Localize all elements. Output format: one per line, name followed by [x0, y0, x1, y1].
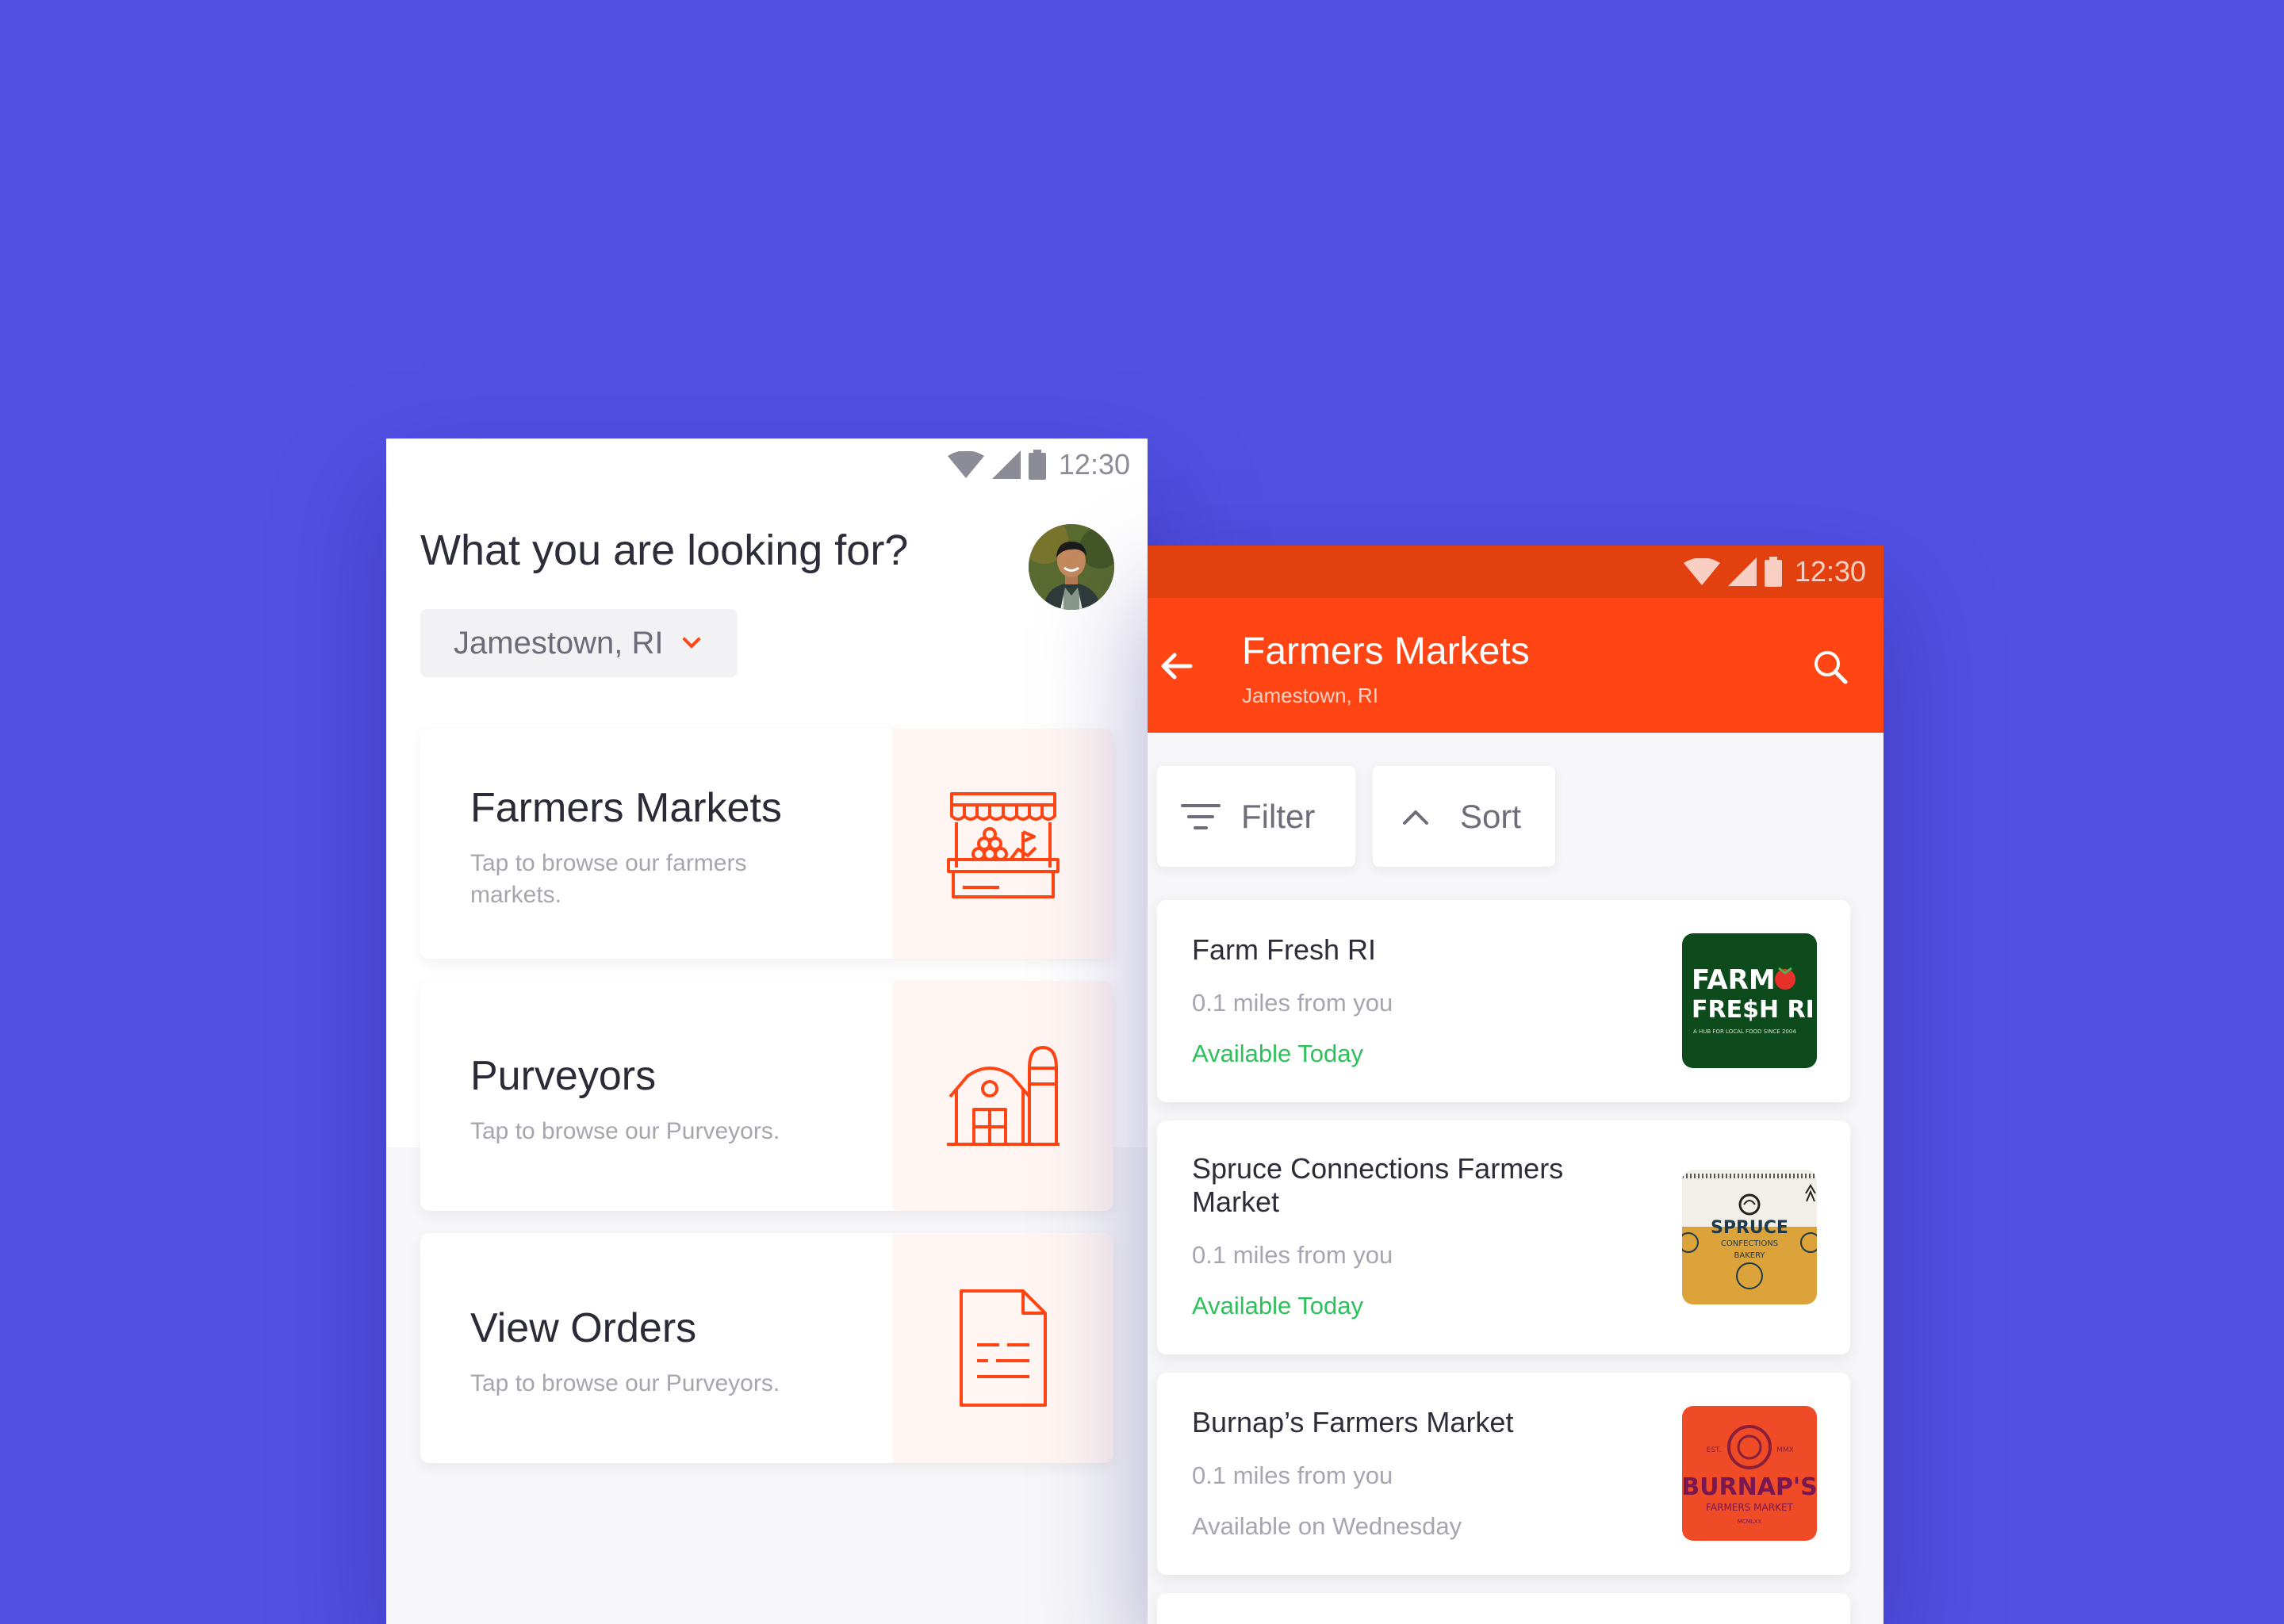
- signal-icon: [991, 450, 1021, 479]
- svg-text:MMX: MMX: [1776, 1446, 1794, 1454]
- avatar[interactable]: [1029, 524, 1114, 610]
- wifi-icon: [947, 451, 984, 478]
- sort-button[interactable]: Sort: [1373, 766, 1555, 867]
- card-title: View Orders: [470, 1305, 697, 1351]
- card-farmers-markets[interactable]: Farmers Markets Tap to browse our farmer…: [420, 729, 1113, 959]
- signal-icon: [1727, 557, 1757, 586]
- spruce-logo: SPRUCE CONFECTIONS BAKERY: [1682, 1170, 1817, 1304]
- market-stall-icon: [947, 792, 1060, 898]
- market-logo: FARM FRE$H RI A HUB FOR LOCAL FOOD SINCE…: [1682, 933, 1817, 1068]
- svg-text:FARMERS MARKET: FARMERS MARKET: [1706, 1502, 1793, 1513]
- location-selector[interactable]: Jamestown, RI: [420, 609, 738, 677]
- svg-text:A HUB FOR LOCAL FOOD SINCE 200: A HUB FOR LOCAL FOOD SINCE 2004: [1693, 1028, 1796, 1035]
- chevron-up-icon: [1403, 810, 1428, 825]
- document-icon: [960, 1289, 1047, 1407]
- wifi-icon: [1683, 558, 1720, 585]
- filter-label: Filter: [1241, 797, 1316, 835]
- svg-text:FARM: FARM: [1692, 964, 1776, 996]
- svg-text:SPRUCE: SPRUCE: [1711, 1218, 1788, 1238]
- market-availability: Available on Wednesday: [1192, 1512, 1462, 1540]
- svg-text:MCMLXX: MCMLXX: [1738, 1519, 1762, 1525]
- burnaps-logo: EST. MMX BURNAP'S FARMERS MARKET MCMLXX: [1682, 1425, 1817, 1525]
- filter-icon: [1181, 803, 1221, 829]
- svg-text:CONFECTIONS: CONFECTIONS: [1721, 1239, 1778, 1248]
- barn-icon: [947, 1046, 1060, 1146]
- sort-label: Sort: [1460, 797, 1522, 835]
- market-name: Farm Fresh RI: [1192, 933, 1377, 966]
- market-logo: SPRUCE CONFECTIONS BAKERY: [1682, 1170, 1817, 1304]
- back-arrow-icon[interactable]: [1157, 647, 1195, 685]
- card-purveyors[interactable]: Purveyors Tap to browse our Purveyors.: [420, 981, 1113, 1211]
- app-bar-title: Farmers Markets: [1242, 630, 1530, 672]
- status-time: 12:30: [1794, 555, 1866, 588]
- market-availability: Available Today: [1192, 1040, 1364, 1067]
- card-icon-panel: [893, 1233, 1113, 1463]
- card-title: Purveyors: [470, 1053, 657, 1099]
- app-bar-subtitle: Jamestown, RI: [1242, 684, 1378, 707]
- svg-text:BURNAP'S: BURNAP'S: [1682, 1473, 1817, 1501]
- filter-button[interactable]: Filter: [1157, 766, 1355, 867]
- market-distance: 0.1 miles from you: [1192, 1241, 1393, 1269]
- card-subtitle: Tap to browse our Purveyors.: [470, 1118, 780, 1144]
- market-name: Burnap’s Farmers Market: [1192, 1406, 1514, 1438]
- card-icon-panel: [893, 729, 1113, 959]
- svg-text:BAKERY: BAKERY: [1734, 1251, 1766, 1260]
- market-logo: EST. MMX BURNAP'S FARMERS MARKET MCMLXX: [1682, 1406, 1817, 1541]
- markets-screen: 12:30 Farmers Markets Jamestown, RI Filt…: [1148, 546, 1884, 1624]
- status-time: 12:30: [1058, 448, 1130, 481]
- card-subtitle: Tap to browse our farmers markets.: [470, 850, 747, 908]
- list-item-market[interactable]: Spruce Connections Farmers Market 0.1 mi…: [1157, 1120, 1850, 1354]
- status-bar: 12:30: [1148, 546, 1884, 598]
- card-title: Farmers Markets: [470, 785, 782, 831]
- page-title: What you are looking for?: [420, 527, 909, 574]
- svg-text:EST.: EST.: [1707, 1446, 1722, 1454]
- card-view-orders[interactable]: View Orders Tap to browse our Purveyors.: [420, 1233, 1113, 1463]
- farm-fresh-logo: FARM FRE$H RI A HUB FOR LOCAL FOOD SINCE…: [1692, 964, 1815, 1035]
- market-availability: Available Today: [1192, 1292, 1364, 1320]
- battery-icon: [1764, 557, 1782, 587]
- search-icon[interactable]: [1811, 647, 1850, 687]
- status-bar: 12:30: [386, 439, 1148, 491]
- home-screen: 12:30 What you are looking for? Jamestow…: [386, 439, 1148, 1624]
- market-distance: 0.1 miles from you: [1192, 989, 1393, 1017]
- battery-icon: [1028, 450, 1046, 480]
- location-label: Jamestown, RI: [454, 625, 664, 661]
- svg-text:FRE$H RI: FRE$H RI: [1692, 996, 1815, 1024]
- app-bar: Farmers Markets Jamestown, RI: [1148, 598, 1884, 733]
- card-icon-panel: [893, 981, 1113, 1211]
- list-item-market[interactable]: Farm Fresh RI 0.1 miles from you Availab…: [1157, 900, 1850, 1102]
- chevron-down-icon: [682, 638, 700, 649]
- card-subtitle: Tap to browse our Purveyors.: [470, 1370, 780, 1396]
- list-item-market-partial[interactable]: [1157, 1593, 1850, 1624]
- market-name: Spruce Connections Farmers Market: [1192, 1152, 1564, 1218]
- market-distance: 0.1 miles from you: [1192, 1461, 1393, 1489]
- list-item-market[interactable]: Burnap’s Farmers Market 0.1 miles from y…: [1157, 1373, 1850, 1575]
- avatar-photo-icon: [1029, 524, 1114, 610]
